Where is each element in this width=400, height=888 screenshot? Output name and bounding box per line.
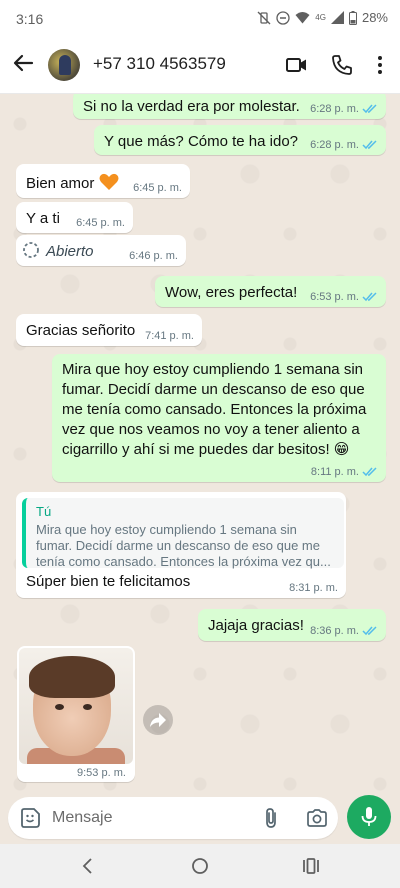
message-time: 6:28 p. m.: [310, 103, 359, 115]
view-once-message[interactable]: Abierto 6:46 p. m.: [16, 235, 186, 266]
message-meta: 6:45 p. m.: [76, 217, 125, 229]
contact-avatar[interactable]: [48, 49, 80, 81]
phone-call-icon[interactable]: [330, 53, 354, 77]
message-meta: 6:53 p. m.: [310, 291, 378, 303]
quoted-line: fumar. Decidí darme un descanso de eso q…: [36, 538, 320, 553]
message-time: 6:45 p. m.: [76, 217, 125, 229]
photo-baby[interactable]: [19, 648, 133, 764]
do-not-disturb-icon: [276, 10, 290, 25]
message-incoming-reply[interactable]: Tú Mira que hoy estoy cumpliendo 1 seman…: [16, 492, 346, 598]
sticker-icon[interactable]: [19, 807, 41, 829]
wifi-icon: [295, 12, 310, 24]
message-text: Y que más? Cómo te ha ido?: [104, 133, 299, 150]
video-call-icon[interactable]: [285, 53, 309, 77]
battery-level: 28%: [361, 10, 388, 25]
message-time: 7:41 p. m.: [145, 330, 194, 342]
message-text: Súper bien te felicitamos: [26, 573, 191, 590]
vibrate-off-icon: [257, 11, 271, 24]
attach-icon[interactable]: [260, 807, 282, 829]
message-meta: 6:45 p. m.: [133, 182, 182, 194]
view-once-icon: [23, 242, 39, 258]
message-time: 8:31 p. m.: [289, 582, 338, 594]
forward-button[interactable]: [143, 705, 173, 735]
message-line: fumar. Decidí darme un descanso de eso q…: [62, 381, 365, 398]
nav-home-icon[interactable]: [190, 856, 210, 876]
message-outgoing[interactable]: Y que más? Cómo te ha ido? 6:28 p. m.: [94, 125, 386, 155]
microphone-icon: [361, 807, 377, 826]
read-ticks-icon: [362, 626, 377, 636]
quoted-line: Mira que hoy estoy cumpliendo 1 semana s…: [36, 522, 297, 537]
status-time: 3:16: [16, 11, 44, 27]
read-ticks-icon: [362, 104, 377, 114]
nav-recents-icon[interactable]: [301, 856, 321, 876]
voice-record-button[interactable]: [347, 795, 391, 839]
signal-icon: [330, 11, 344, 24]
read-ticks-icon: [362, 467, 377, 477]
message-line: cigarrillo y ahí si me puedes dar besito…: [62, 441, 350, 458]
network-type: 4G: [315, 13, 326, 22]
message-outgoing[interactable]: Si no la verdad era por molestar. 6:28 p…: [73, 94, 386, 119]
contact-name[interactable]: +57 310 4563579: [93, 54, 226, 74]
message-meta: 6:46 p. m.: [129, 250, 178, 262]
message-outgoing[interactable]: Jajaja gracias! 8:36 p. m.: [198, 609, 386, 641]
status-bar: 3:16 4G 28%: [0, 0, 400, 36]
message-line: me tenía como cansado. Entonces la próxi…: [62, 401, 367, 418]
camera-icon[interactable]: [306, 807, 328, 829]
quoted-author: Tú: [36, 504, 52, 519]
message-text: Wow, eres perfecta!: [165, 284, 298, 301]
forward-icon: [150, 713, 166, 727]
message-outgoing[interactable]: Mira que hoy estoy cumpliendo 1 semana s…: [52, 354, 386, 482]
message-meta: 8:11 p. m.: [311, 466, 378, 478]
message-outgoing[interactable]: Wow, eres perfecta! 6:53 p. m.: [155, 276, 386, 307]
orange-heart-icon: [99, 173, 119, 191]
read-ticks-icon: [362, 140, 377, 150]
message-time: 6:45 p. m.: [133, 182, 182, 194]
message-text: Jajaja gracias!: [208, 617, 304, 634]
message-line: Mira que hoy estoy cumpliendo 1 semana s…: [62, 361, 363, 378]
message-time: 9:53 p. m.: [77, 767, 126, 779]
message-line: vez que nos veamos no voy a tener alient…: [62, 421, 360, 438]
nav-back-icon[interactable]: [78, 856, 98, 876]
status-icons: 4G 28%: [257, 10, 388, 25]
chat-header: +57 310 4563579: [0, 36, 400, 94]
more-options-icon[interactable]: [368, 53, 392, 77]
message-time: 6:46 p. m.: [129, 250, 178, 262]
message-time: 8:36 p. m.: [310, 625, 359, 637]
message-input[interactable]: Mensaje: [52, 809, 112, 827]
message-meta: 6:28 p. m.: [310, 103, 378, 115]
message-time: 8:11 p. m.: [310, 466, 359, 478]
battery-icon: [348, 10, 357, 25]
message-incoming[interactable]: Bien amor 6:45 p. m.: [16, 164, 190, 198]
message-time: 6:53 p. m.: [310, 291, 359, 303]
image-message[interactable]: 9:53 p. m.: [17, 646, 135, 782]
message-text: Si no la verdad era por molestar.: [83, 98, 300, 115]
message-text: Abierto: [46, 243, 94, 260]
message-meta: 8:31 p. m.: [289, 582, 338, 594]
message-text: Y a ti: [26, 210, 60, 227]
message-input-bar[interactable]: Mensaje: [8, 797, 338, 839]
system-navigation-bar: [0, 844, 400, 888]
chat-area[interactable]: Si no la verdad era por molestar. 6:28 p…: [0, 94, 400, 794]
message-time: 6:28 p. m.: [310, 139, 359, 151]
back-arrow-icon[interactable]: [12, 52, 34, 74]
quoted-line: tenía como cansado. Entonces la próxima …: [36, 554, 331, 569]
message-meta: 7:41 p. m.: [145, 330, 194, 342]
read-ticks-icon: [362, 292, 377, 302]
quoted-message[interactable]: Tú Mira que hoy estoy cumpliendo 1 seman…: [22, 498, 344, 569]
message-meta: 8:36 p. m.: [310, 625, 378, 637]
message-meta: 6:28 p. m.: [310, 139, 378, 151]
message-text: Bien amor: [26, 173, 119, 194]
message-incoming[interactable]: Gracias señorito 7:41 p. m.: [16, 314, 202, 346]
message-text: Gracias señorito: [26, 322, 136, 339]
message-incoming[interactable]: Y a ti 6:45 p. m.: [16, 202, 133, 233]
